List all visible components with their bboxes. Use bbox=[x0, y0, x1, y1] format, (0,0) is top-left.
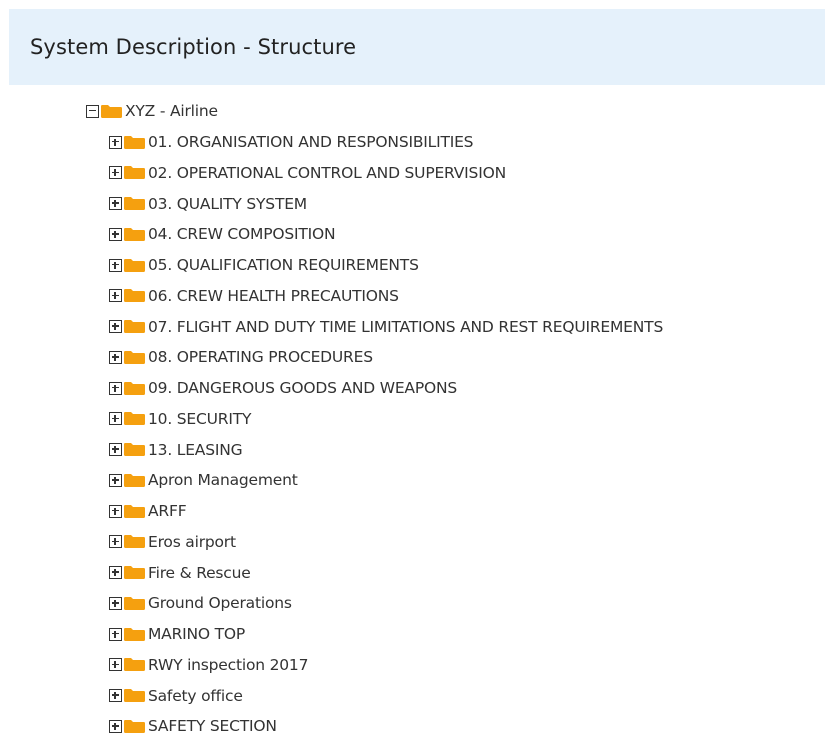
page-title: System Description - Structure bbox=[30, 35, 357, 59]
tree-node-label[interactable]: Fire & Rescue bbox=[148, 564, 251, 582]
tree-node-label[interactable]: 07. FLIGHT AND DUTY TIME LIMITATIONS AND… bbox=[148, 318, 663, 336]
tree-root-node[interactable]: XYZ - Airline bbox=[86, 96, 218, 126]
tree-node[interactable]: 05. QUALIFICATION REQUIREMENTS bbox=[109, 250, 419, 280]
tree-node-label[interactable]: RWY inspection 2017 bbox=[148, 656, 308, 674]
expand-icon[interactable] bbox=[109, 566, 122, 579]
folder-icon bbox=[124, 596, 145, 610]
folder-icon bbox=[124, 473, 145, 487]
folder-icon bbox=[124, 535, 145, 549]
folder-icon bbox=[124, 443, 145, 456]
tree-node[interactable]: SAFETY SECTION bbox=[109, 711, 277, 737]
folder-icon bbox=[124, 658, 145, 672]
tree-node-label[interactable]: 04. CREW COMPOSITION bbox=[148, 225, 336, 243]
folder-icon bbox=[124, 719, 145, 733]
tree-node[interactable]: Apron Management bbox=[109, 465, 298, 495]
tree-node[interactable]: 03. QUALITY SYSTEM bbox=[109, 189, 307, 219]
tree-node-label[interactable]: SAFETY SECTION bbox=[148, 717, 277, 735]
folder-icon bbox=[101, 104, 122, 118]
tree-node[interactable]: MARINO TOP bbox=[109, 619, 245, 649]
tree-node-label[interactable]: Safety office bbox=[148, 687, 243, 705]
tree-node[interactable]: Safety office bbox=[109, 681, 243, 711]
tree-node[interactable]: Fire & Rescue bbox=[109, 558, 251, 588]
expand-icon[interactable] bbox=[109, 627, 122, 641]
folder-icon bbox=[124, 627, 145, 641]
tree-node-label[interactable]: 13. LEASING bbox=[148, 441, 243, 459]
tree-node[interactable]: 09. DANGEROUS GOODS AND WEAPONS bbox=[109, 373, 457, 403]
tree-node[interactable]: 08. OPERATING PROCEDURES bbox=[109, 342, 373, 372]
tree-node[interactable]: 10. SECURITY bbox=[109, 404, 251, 434]
tree-node-label[interactable]: ARFF bbox=[148, 502, 187, 520]
expand-icon[interactable] bbox=[109, 658, 122, 672]
folder-icon bbox=[124, 227, 145, 241]
tree-node-label[interactable]: Ground Operations bbox=[148, 594, 292, 612]
tree-node[interactable]: 07. FLIGHT AND DUTY TIME LIMITATIONS AND… bbox=[109, 312, 663, 342]
expand-icon[interactable] bbox=[109, 227, 122, 241]
folder-icon bbox=[124, 689, 145, 702]
tree-node-label[interactable]: 10. SECURITY bbox=[148, 410, 251, 428]
expand-icon[interactable] bbox=[109, 719, 122, 733]
tree-node[interactable]: Eros airport bbox=[109, 527, 236, 557]
folder-icon bbox=[124, 320, 145, 333]
tree-node[interactable]: RWY inspection 2017 bbox=[109, 650, 308, 680]
collapse-icon[interactable] bbox=[86, 104, 99, 118]
expand-icon[interactable] bbox=[109, 596, 122, 610]
expand-icon[interactable] bbox=[109, 412, 122, 426]
tree-node-label[interactable]: Apron Management bbox=[148, 471, 298, 489]
tree-node[interactable]: 04. CREW COMPOSITION bbox=[109, 219, 336, 249]
tree-node-label[interactable]: 06. CREW HEALTH PRECAUTIONS bbox=[148, 287, 399, 305]
folder-icon bbox=[124, 289, 145, 303]
folder-icon bbox=[124, 135, 145, 149]
panel-header: System Description - Structure bbox=[9, 9, 825, 85]
folder-icon bbox=[124, 381, 145, 395]
tree-node-label[interactable]: MARINO TOP bbox=[148, 625, 245, 643]
expand-icon[interactable] bbox=[109, 135, 122, 149]
folder-icon bbox=[124, 504, 145, 518]
expand-icon[interactable] bbox=[109, 258, 122, 272]
expand-icon[interactable] bbox=[109, 504, 122, 518]
folder-icon bbox=[124, 566, 145, 579]
tree-node[interactable]: 01. ORGANISATION AND RESPONSIBILITIES bbox=[109, 127, 474, 157]
expand-icon[interactable] bbox=[109, 535, 122, 549]
tree-node-label[interactable]: Eros airport bbox=[148, 533, 236, 551]
expand-icon[interactable] bbox=[109, 473, 122, 487]
tree-node[interactable]: 13. LEASING bbox=[109, 435, 243, 465]
tree-node[interactable]: 06. CREW HEALTH PRECAUTIONS bbox=[109, 281, 399, 311]
tree-node-label[interactable]: 08. OPERATING PROCEDURES bbox=[148, 348, 373, 366]
tree-node-label[interactable]: 05. QUALIFICATION REQUIREMENTS bbox=[148, 256, 419, 274]
tree-node[interactable]: 02. OPERATIONAL CONTROL AND SUPERVISION bbox=[109, 158, 506, 188]
expand-icon[interactable] bbox=[109, 289, 122, 303]
expand-icon[interactable] bbox=[109, 350, 122, 364]
expand-icon[interactable] bbox=[109, 381, 122, 395]
expand-icon[interactable] bbox=[109, 689, 122, 702]
expand-icon[interactable] bbox=[109, 320, 122, 333]
expand-icon[interactable] bbox=[109, 197, 122, 210]
tree-node[interactable]: Ground Operations bbox=[109, 588, 292, 618]
folder-icon bbox=[124, 166, 145, 180]
tree-node-label[interactable]: XYZ - Airline bbox=[125, 102, 218, 120]
expand-icon[interactable] bbox=[109, 443, 122, 456]
tree-node-label[interactable]: 02. OPERATIONAL CONTROL AND SUPERVISION bbox=[148, 164, 506, 182]
tree-node-label[interactable]: 03. QUALITY SYSTEM bbox=[148, 195, 307, 213]
tree-node-label[interactable]: 09. DANGEROUS GOODS AND WEAPONS bbox=[148, 379, 457, 397]
folder-icon bbox=[124, 197, 145, 210]
tree-node[interactable]: ARFF bbox=[109, 496, 187, 526]
folder-icon bbox=[124, 258, 145, 272]
folder-icon bbox=[124, 412, 145, 426]
expand-icon[interactable] bbox=[109, 166, 122, 180]
folder-icon bbox=[124, 350, 145, 364]
tree-node-label[interactable]: 01. ORGANISATION AND RESPONSIBILITIES bbox=[148, 133, 474, 151]
